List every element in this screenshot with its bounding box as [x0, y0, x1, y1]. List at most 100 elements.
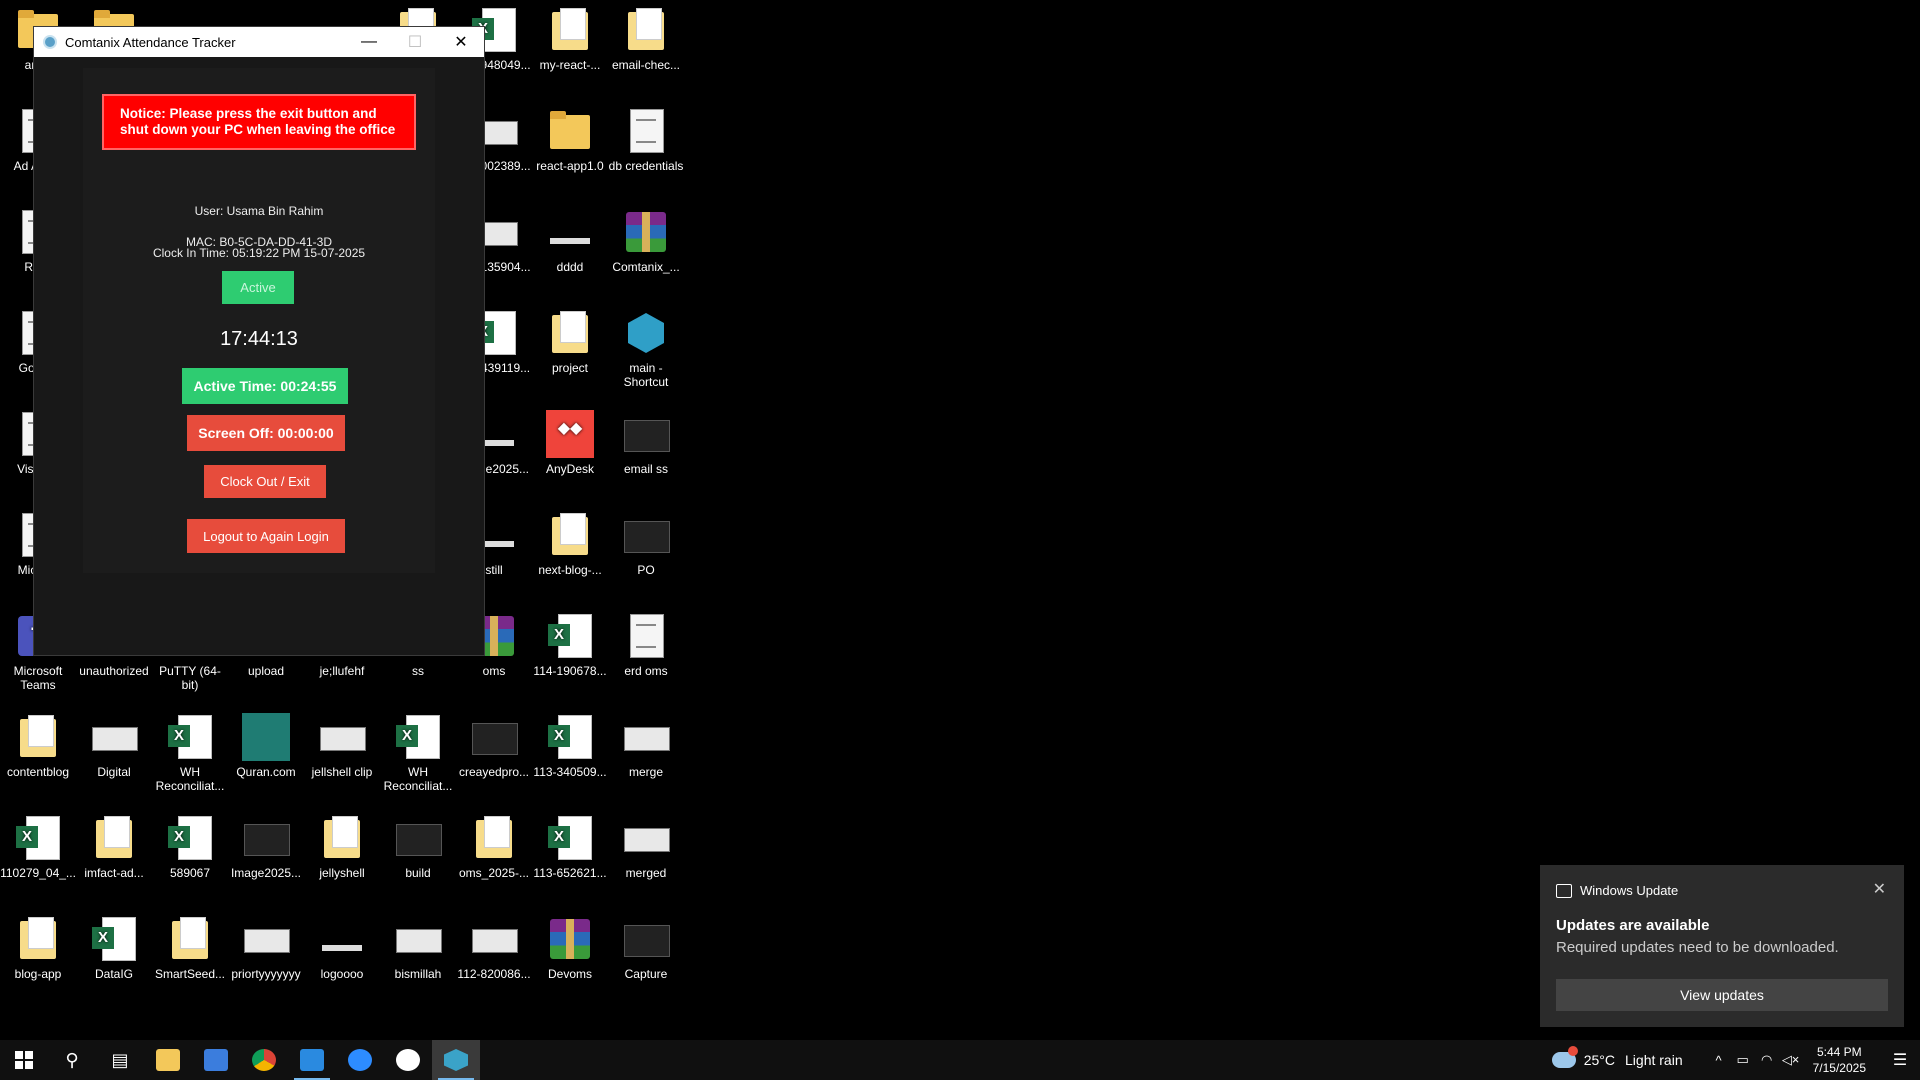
desktop-icon[interactable]: AnyDesk [532, 404, 608, 476]
desktop-icon[interactable]: imfact-ad... [76, 808, 152, 880]
show-hidden-icons-chevron-icon[interactable]: ^ [1707, 1053, 1731, 1068]
desktop-icon[interactable]: 114-190678... [532, 606, 608, 678]
desktop-icon[interactable]: email ss [608, 404, 684, 476]
taskbar-attendance-tracker[interactable] [432, 1040, 480, 1080]
taskbar-zoom[interactable] [336, 1040, 384, 1080]
desktop-icon-label: Devoms [547, 967, 592, 981]
desktop-icon[interactable]: logoooo [304, 909, 380, 981]
desktop-icon-label: Comtanix_... [612, 260, 680, 274]
volume-muted-icon[interactable]: ◁× [1779, 1052, 1803, 1068]
desktop-icon[interactable]: 112-820086... [456, 909, 532, 981]
folder-icon [622, 6, 670, 54]
desktop-icon[interactable]: Comtanix_... [608, 202, 684, 274]
window-titlebar[interactable]: Comtanix Attendance Tracker — ☐ ✕ [34, 27, 484, 57]
weather-text: Light rain [1625, 1052, 1683, 1068]
weather-widget[interactable]: 25°C Light rain [1551, 1046, 1683, 1068]
start-button[interactable] [0, 1040, 48, 1080]
excel-icon [546, 713, 594, 761]
desktop-icon[interactable]: merge [608, 707, 684, 779]
wifi-icon[interactable]: ◠ [1755, 1052, 1779, 1068]
logout-button[interactable]: Logout to Again Login [187, 519, 345, 553]
folder-icon [546, 511, 594, 559]
taskbar-store[interactable] [192, 1040, 240, 1080]
view-updates-button[interactable]: View updates [1556, 979, 1888, 1011]
desktop-icon[interactable]: email-chec... [608, 0, 684, 72]
quran-icon [242, 713, 290, 761]
desktop-icon[interactable]: DataIG [76, 909, 152, 981]
desktop-icon[interactable]: Image2025... [228, 808, 304, 880]
desktop-icon-label: Quran.com [236, 765, 296, 779]
desktop-icon-label: Capture [624, 967, 668, 981]
attendance-tracker-window[interactable]: Comtanix Attendance Tracker — ☐ ✕ Notice… [33, 26, 485, 656]
desktop-icon[interactable]: react-app1.0 [532, 101, 608, 173]
desktop-icon[interactable]: blog-app [0, 909, 76, 981]
desktop-icon[interactable]: bismillah [380, 909, 456, 981]
desktop-icon[interactable]: 113-340509... [532, 707, 608, 779]
desktop-icon[interactable]: jellshell clip [304, 707, 380, 779]
desktop-icon-label: 112-820086... [457, 967, 531, 981]
taskbar-chrome[interactable] [240, 1040, 288, 1080]
toast-close-icon[interactable]: ✕ [1873, 879, 1886, 899]
action-center-icon[interactable]: ☰ [1880, 1050, 1920, 1070]
desktop-icon[interactable]: Devoms [532, 909, 608, 981]
folder-icon [166, 915, 214, 963]
battery-icon[interactable]: ▭ [1731, 1052, 1755, 1068]
toast-header: Windows Update [1556, 883, 1678, 898]
desktop-icon-label: erd oms [624, 664, 668, 678]
desktop-icon-label: Digital [97, 765, 131, 779]
desktop-icon[interactable]: Quran.com [228, 707, 304, 779]
desktop-icon[interactable]: merged [608, 808, 684, 880]
toast-message: Required updates need to be downloaded. [1556, 939, 1839, 956]
maximize-button: ☐ [407, 34, 423, 51]
desktop-icon[interactable]: oms_2025-... [456, 808, 532, 880]
system-tray: 25°C Light rain ^ ▭ ◠ ◁× 5:44 PM 7/15/20… [1551, 1040, 1920, 1080]
desktop-icon[interactable]: SmartSeed... [152, 909, 228, 981]
search-button[interactable]: ⚲ [48, 1040, 96, 1080]
winrar-icon [546, 915, 594, 963]
desktop-icon[interactable]: project [532, 303, 608, 375]
desktop-icon[interactable]: creayedpro... [456, 707, 532, 779]
desktop-icon[interactable]: jellyshell [304, 808, 380, 880]
excel-icon [546, 814, 594, 862]
desktop-icon[interactable]: main - Shortcut [608, 303, 684, 389]
taskbar-app[interactable] [384, 1040, 432, 1080]
desktop-icon-label: ss [412, 664, 424, 678]
excel-icon [14, 814, 62, 862]
desktop-icon[interactable]: 113-652621... [532, 808, 608, 880]
desktop-icon-label: imfact-ad... [84, 866, 144, 880]
desktop-icon-label: 110279_04_... [0, 866, 76, 880]
store-icon [204, 1049, 228, 1071]
taskbar-vscode[interactable] [288, 1040, 336, 1080]
minimize-button[interactable]: — [346, 27, 392, 57]
desktop-icon[interactable]: priortyyyyyyy [228, 909, 304, 981]
desktop-icon[interactable]: Capture [608, 909, 684, 981]
document-icon [622, 107, 670, 155]
image-icon [622, 410, 670, 458]
desktop-icon[interactable]: my-react-... [532, 0, 608, 72]
excel-icon [166, 814, 214, 862]
task-view-button[interactable]: ▤ [96, 1040, 144, 1080]
folder-icon [90, 814, 138, 862]
desktop-icon[interactable]: erd oms [608, 606, 684, 678]
desktop-icon[interactable]: WH Reconciliat... [152, 707, 228, 793]
image-icon [622, 713, 670, 761]
image-icon [470, 713, 518, 761]
desktop-icon[interactable]: PO [608, 505, 684, 577]
clock-out-button[interactable]: Clock Out / Exit [204, 465, 326, 498]
desktop-icon[interactable]: build [380, 808, 456, 880]
windows-update-notification[interactable]: Windows Update ✕ Updates are available R… [1540, 865, 1904, 1027]
taskbar-date: 7/15/2025 [1812, 1061, 1866, 1075]
desktop-icon[interactable]: contentblog [0, 707, 76, 779]
desktop-icon[interactable]: dddd [532, 202, 608, 274]
close-button[interactable]: ✕ [438, 27, 484, 57]
desktop-icon[interactable]: Digital [76, 707, 152, 779]
desktop-icon-label: oms_2025-... [458, 866, 530, 880]
clock-widget[interactable]: 5:44 PM 7/15/2025 [1813, 1044, 1866, 1076]
desktop-icon[interactable]: WH Reconciliat... [380, 707, 456, 793]
desktop-icon[interactable]: db credentials [608, 101, 684, 173]
desktop-icon[interactable]: next-blog-... [532, 505, 608, 577]
desktop-icon[interactable]: 589067 [152, 808, 228, 880]
image-icon [242, 915, 290, 963]
desktop-icon[interactable]: 110279_04_... [0, 808, 76, 880]
taskbar-file-explorer[interactable] [144, 1040, 192, 1080]
